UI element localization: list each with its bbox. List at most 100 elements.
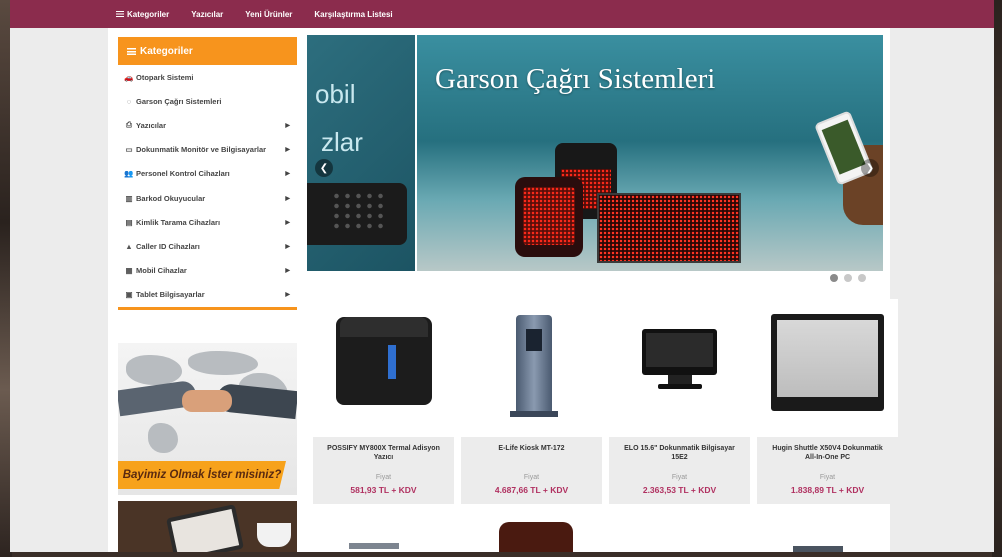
slide-previous: obil zlar xyxy=(307,35,415,271)
price-label: Fiyat xyxy=(671,474,688,481)
bell-icon: ◌ xyxy=(126,96,132,106)
sidebar-item[interactable]: ⎙ Yazıcılar ▶ xyxy=(118,113,297,137)
dealer-cta[interactable]: Bayimiz Olmak İster misiniz? xyxy=(118,461,286,489)
slider-next-button[interactable]: ❯ xyxy=(861,159,879,177)
chevron-right-icon: ▶ xyxy=(285,147,290,154)
chevron-right-icon: ▶ xyxy=(285,292,290,299)
nav-categories[interactable]: Kategoriler xyxy=(116,10,169,19)
nav-printers[interactable]: Yazıcılar xyxy=(191,10,223,19)
sidebar-item[interactable]: 👥 Personel Kontrol Cihazları ▶ xyxy=(118,162,297,186)
handshake-icon xyxy=(182,390,232,412)
sidebar-item-label: Garson Çağrı Sistemleri xyxy=(136,96,222,106)
product-image xyxy=(336,317,432,405)
product-price: 1.838,89 TL + KDV xyxy=(790,485,865,495)
chevron-right-icon: ▶ xyxy=(285,219,290,226)
price-label: Fiyat xyxy=(523,474,540,481)
world-map-shape xyxy=(126,355,182,385)
printer-icon: ⎙ xyxy=(126,120,132,130)
slider-dot[interactable] xyxy=(858,274,866,282)
sidebar-item-label: Barkod Okuyucular xyxy=(136,193,206,203)
product-image xyxy=(642,329,717,389)
product-price: 4.687,66 TL + KDV xyxy=(494,485,569,495)
sidebar-item[interactable]: ◌ Garson Çağrı Sistemleri xyxy=(118,89,297,113)
sidebar-item-label: Dokunmatik Monitör ve Bilgisayarlar xyxy=(136,145,267,155)
pager-device-image xyxy=(515,177,583,257)
product-card[interactable]: POSSIFY MY800X Termal Adisyon Yazıcı Fiya… xyxy=(313,299,454,504)
page-content: Kategoriler 🚗 Otopark Sistemi ◌ Garson Çağr… xyxy=(108,28,898,552)
slide-prev-text-1: obil xyxy=(315,79,356,109)
sidebar-item[interactable]: ▭ Dokunmatik Monitör ve Bilgisayarlar ▶ xyxy=(118,138,297,162)
keypad-image xyxy=(307,183,407,245)
sidebar-item[interactable]: ▤ Kimlik Tarama Cihazları ▶ xyxy=(118,210,297,234)
id-card-icon: ▤ xyxy=(125,217,133,227)
cup-image xyxy=(257,523,291,547)
car-icon: 🚗 xyxy=(124,72,134,82)
world-map-shape xyxy=(188,351,258,375)
product-card[interactable]: Hugin Shuttle X50V4 Dokunmatik All-In-On… xyxy=(757,299,898,504)
nav-categories-label: Kategoriler xyxy=(127,9,170,19)
nav-new-products[interactable]: Yeni Ürünler xyxy=(245,10,292,19)
building-icon: ▦ xyxy=(125,266,133,276)
sidebar-item[interactable]: ▲ Caller ID Cihazları ▶ xyxy=(118,234,297,258)
product-image xyxy=(510,315,558,417)
sidebar-header[interactable]: Kategoriler xyxy=(118,37,297,65)
price-label: Fiyat xyxy=(819,474,836,481)
browser-viewport: Kategoriler Yazıcılar Yeni Ürünler Karşı… xyxy=(10,0,994,552)
tablet-banner[interactable] xyxy=(118,501,297,552)
sidebar-item-label: Yazıcılar xyxy=(136,120,167,130)
sidebar-item[interactable]: 🚗 Otopark Sistemi xyxy=(118,65,297,89)
product-info: ELO 15.6" Dokunmatik Bilgisayar 15E2 Fiya… xyxy=(609,437,750,504)
sidebar-item-label: Kimlik Tarama Cihazları xyxy=(136,217,221,227)
sidebar-item-label: Otopark Sistemi xyxy=(136,72,194,82)
product-image xyxy=(771,314,884,411)
sidebar-item-label: Mobil Cihazlar xyxy=(136,266,187,276)
slider-dot[interactable] xyxy=(844,274,852,282)
slider-prev-button[interactable]: ❮ xyxy=(315,159,333,177)
product-name[interactable]: Hugin Shuttle X50V4 Dokunmatik All-In-On… xyxy=(757,437,898,466)
product-image-area[interactable] xyxy=(461,299,602,437)
top-nav: Kategoriler Yazıcılar Yeni Ürünler Karşı… xyxy=(10,0,994,28)
barcode-icon: ▥ xyxy=(125,193,133,203)
chevron-right-icon: ▶ xyxy=(285,268,290,275)
dealer-banner[interactable]: Bayimiz Olmak İster misiniz? xyxy=(118,343,297,495)
product-image-area[interactable] xyxy=(757,299,898,437)
sidebar-item[interactable]: ▥ Barkod Okuyucular ▶ xyxy=(118,186,297,210)
chevron-right-icon: ❯ xyxy=(865,162,875,174)
product-price: 2.363,53 TL + KDV xyxy=(642,485,717,495)
monitor-icon: ▭ xyxy=(125,145,133,155)
slide-title: Garson Çağrı Sistemleri xyxy=(435,63,716,95)
users-icon: 👥 xyxy=(124,169,134,179)
product-name[interactable]: ELO 15.6" Dokunmatik Bilgisayar 15E2 xyxy=(609,437,750,466)
product-name[interactable]: POSSIFY MY800X Termal Adisyon Yazıcı xyxy=(313,437,454,466)
sidebar-item[interactable]: ▦ Mobil Cihazlar ▶ xyxy=(118,259,297,283)
menu-icon xyxy=(127,47,136,55)
tablet-image xyxy=(166,504,244,552)
chevron-right-icon: ▶ xyxy=(285,243,290,250)
category-sidebar: Kategoriler 🚗 Otopark Sistemi ◌ Garson Çağr… xyxy=(118,37,297,310)
slide-prev-text-2: zlar xyxy=(321,127,363,157)
chevron-right-icon: ▶ xyxy=(285,171,290,178)
world-map-shape xyxy=(148,423,178,453)
product-image-area[interactable] xyxy=(609,299,750,437)
product-image-partial xyxy=(349,543,399,549)
sidebar-item-label: Personel Kontrol Cihazları xyxy=(136,169,230,179)
product-info: E-Life Kiosk MT-172 Fiyat 4.687,66 TL + KD… xyxy=(461,437,602,504)
slide-current: Garson Çağrı Sistemleri xyxy=(417,35,883,271)
product-image-area[interactable] xyxy=(313,299,454,437)
price-label: Fiyat xyxy=(375,474,392,481)
product-card[interactable]: ELO 15.6" Dokunmatik Bilgisayar 15E2 Fiya… xyxy=(609,299,750,504)
product-name[interactable]: E-Life Kiosk MT-172 xyxy=(461,437,602,466)
slider-dot[interactable] xyxy=(830,274,838,282)
warning-icon: ▲ xyxy=(125,241,133,251)
chevron-left-icon: ❮ xyxy=(319,162,329,174)
product-image-partial xyxy=(793,546,843,552)
product-card[interactable]: E-Life Kiosk MT-172 Fiyat 4.687,66 TL + KD… xyxy=(461,299,602,504)
sidebar-item-label: Tablet Bilgisayarlar xyxy=(136,290,205,300)
sidebar-item[interactable]: ▣ Tablet Bilgisayarlar ▶ xyxy=(118,283,297,307)
chevron-right-icon: ▶ xyxy=(285,195,290,202)
hero-slider[interactable]: obil zlar Garson Çağrı Sistemleri ❮ ❯ xyxy=(307,35,883,271)
product-info: Hugin Shuttle X50V4 Dokunmatik All-In-On… xyxy=(757,437,898,504)
chevron-right-icon: ▶ xyxy=(285,122,290,129)
product-price: 581,93 TL + KDV xyxy=(350,485,417,495)
nav-compare-list[interactable]: Karşılaştırma Listesi xyxy=(314,10,392,19)
